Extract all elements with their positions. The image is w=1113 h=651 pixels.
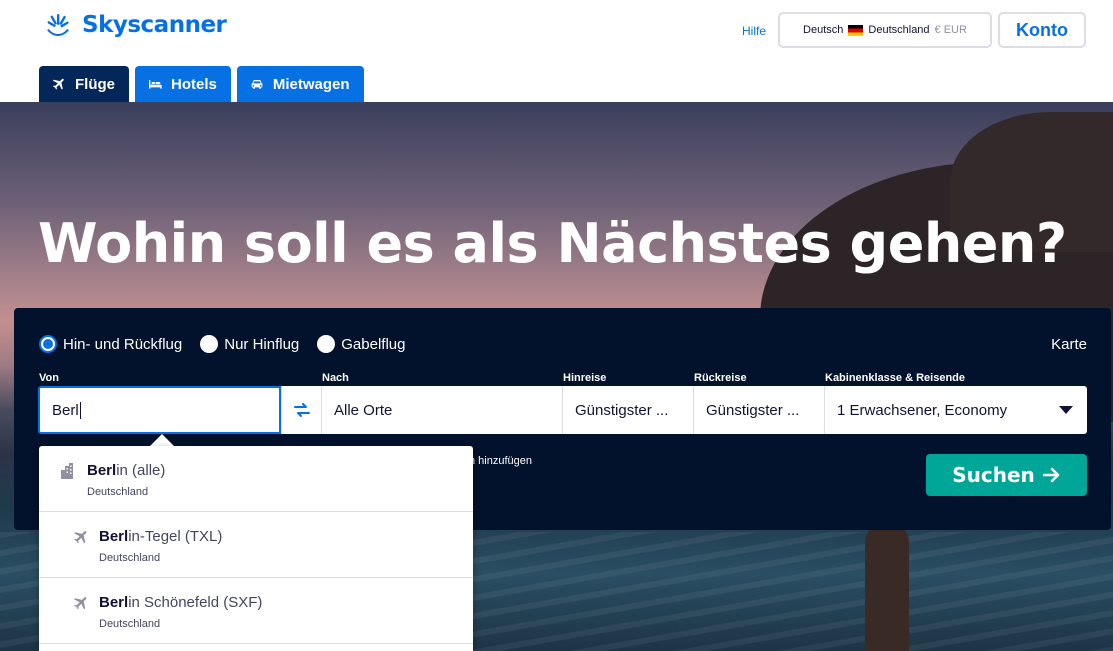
- dropdown-pointer: [150, 434, 174, 446]
- car-icon: [251, 80, 263, 89]
- trip-type-one-way-label: Nur Hinflug: [224, 335, 300, 353]
- airport-plane-icon: [74, 597, 87, 610]
- logo-wordmark: Skyscanner: [82, 12, 227, 38]
- tab-flights-label: Flüge: [75, 75, 115, 93]
- radio-one-way[interactable]: [200, 335, 219, 353]
- trip-type-selector: Hin- und Rückflug Nur Hinflug Gabelflug: [39, 335, 405, 353]
- tab-car-hire-label: Mietwagen: [272, 75, 350, 93]
- return-label: Rückreise: [694, 372, 747, 384]
- account-button[interactable]: Konto: [998, 12, 1086, 48]
- to-input[interactable]: Alle Orte: [322, 386, 563, 434]
- suggestion-item[interactable]: Berlin-Tegel (TXL) Deutschland: [39, 512, 473, 578]
- german-flag-icon: [848, 24, 864, 36]
- return-date-input[interactable]: Günstigster ...: [694, 386, 825, 434]
- swap-arrows-icon: [293, 403, 310, 417]
- add-nearby-airports-text[interactable]: n hinzufügen: [469, 455, 532, 467]
- radio-return[interactable]: [39, 335, 57, 353]
- bed-icon: [149, 80, 162, 89]
- suggestion-country: Deutschland: [99, 552, 161, 564]
- trip-type-one-way[interactable]: Nur Hinflug: [200, 335, 299, 353]
- site-header: Skyscanner Hilfe Deutsch Deutschland € E…: [0, 0, 1113, 102]
- search-button-label: Suchen: [952, 463, 1035, 487]
- map-link[interactable]: Karte: [1051, 336, 1087, 353]
- airport-plane-icon: [74, 531, 87, 544]
- cabin-travellers-select[interactable]: 1 Erwachsener, Economy: [825, 386, 1087, 434]
- arrow-right-icon: [1042, 467, 1060, 483]
- swap-airports-button[interactable]: [281, 386, 322, 434]
- chevron-down-icon: [1059, 406, 1073, 414]
- trip-type-return-label: Hin- und Rückflug: [63, 335, 183, 353]
- return-date-value: Günstigster ...: [706, 401, 800, 419]
- trip-type-multi-city[interactable]: Gabelflug: [317, 335, 405, 353]
- city-icon: [61, 463, 73, 479]
- hero-headline: Wohin soll es als Nächstes gehen?: [38, 212, 1067, 275]
- tab-flights[interactable]: Flüge: [39, 66, 129, 102]
- suggestion-country: Deutschland: [99, 618, 161, 630]
- tab-hotels-label: Hotels: [171, 75, 217, 93]
- from-input-value: Berl: [52, 401, 79, 419]
- depart-date-input[interactable]: Günstigster ...: [563, 386, 694, 434]
- suggestion-name: Berlin (alle): [87, 462, 166, 479]
- suggestion-name: Berlin-Tegel (TXL): [99, 528, 223, 545]
- cabin-travellers-label: Kabinenklasse & Reisende: [825, 372, 966, 384]
- to-input-value: Alle Orte: [334, 401, 393, 419]
- suggestion-name: Berlin Schönefeld (SXF): [99, 594, 263, 611]
- country-label: Deutschland: [868, 24, 930, 36]
- language-label: Deutsch: [803, 24, 844, 36]
- from-autocomplete-dropdown: Berlin (alle) Deutschland Berlin-Tegel (…: [39, 446, 473, 651]
- tab-hotels[interactable]: Hotels: [135, 66, 231, 102]
- depart-date-value: Günstigster ...: [575, 401, 669, 419]
- search-button[interactable]: Suchen: [926, 454, 1087, 496]
- trip-type-return[interactable]: Hin- und Rückflug: [39, 335, 182, 353]
- suggestion-item[interactable]: Berlin (alle) Deutschland: [39, 446, 473, 512]
- plane-icon: [52, 78, 64, 90]
- to-label: Nach: [322, 372, 349, 384]
- from-input[interactable]: Berl: [38, 386, 281, 434]
- product-tabs: Flüge Hotels Mietwagen: [39, 66, 364, 102]
- suggestion-country: Deutschland: [87, 486, 149, 498]
- text-cursor: [79, 401, 81, 419]
- locale-selector-button[interactable]: Deutsch Deutschland € EUR: [778, 12, 992, 48]
- cabin-travellers-value: 1 Erwachsener, Economy: [837, 401, 1008, 419]
- currency-label: € EUR: [934, 24, 967, 36]
- person-silhouette: [865, 522, 909, 651]
- help-link[interactable]: Hilfe: [742, 24, 766, 38]
- suggestion-item[interactable]: Berlin Schönefeld (SXF) Deutschland: [39, 578, 473, 644]
- depart-label: Hinreise: [563, 372, 607, 384]
- sunrise-logo-icon: [47, 14, 69, 36]
- tab-car-hire[interactable]: Mietwagen: [236, 66, 364, 102]
- from-label: Von: [39, 372, 59, 384]
- radio-multi-city[interactable]: [317, 335, 336, 353]
- skyscanner-logo[interactable]: Skyscanner: [38, 12, 227, 38]
- trip-type-multi-city-label: Gabelflug: [341, 335, 406, 353]
